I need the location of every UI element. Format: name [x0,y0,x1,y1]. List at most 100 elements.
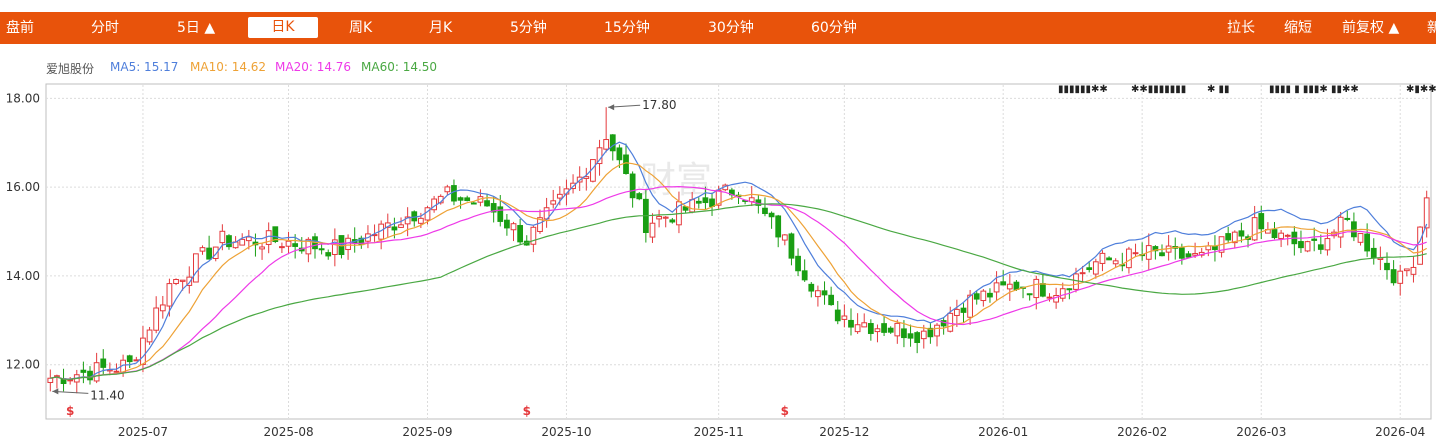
candle-body [841,315,848,320]
candle-body [907,333,914,339]
candle-body [1006,283,1013,290]
candle-body [497,206,504,222]
candle-body [947,312,954,332]
candle-body [1132,252,1139,255]
candle-body [126,355,133,363]
top-marker-group: ✱ ▮▮ [1207,84,1230,95]
candle-body [1040,283,1046,297]
x-tick-label: 2026-02 [1117,425,1167,439]
low-arrowhead [52,388,59,395]
x-tick-label: 2025-11 [694,425,744,439]
candle-body [1410,266,1417,275]
candle-body [1086,267,1093,270]
candle-body [457,197,464,201]
candle-body [464,197,471,202]
candle-body [1284,234,1291,237]
candle-body [1258,213,1265,230]
candle-body [662,216,669,219]
ma-line-ma60 [50,203,1427,380]
candle-body [848,319,854,328]
candle-body [1384,262,1390,271]
candle-body [417,217,424,224]
kline-chart[interactable]: 财富 12.0014.0016.0018.00 2025-07 2025-08 20… [0,0,1436,446]
candle-body [934,324,940,337]
candle-body [47,377,54,383]
candle-body [159,304,166,312]
candle-body [1126,248,1132,269]
candle-body [1417,226,1423,265]
candle-body [801,270,808,281]
candle-body [67,379,74,382]
high-label: 17.80 [642,98,676,112]
candle-body [987,292,993,298]
y-axis: 12.00 14.00 16.00 18.00 [6,91,40,371]
candle-body [166,283,173,307]
candle-body [550,200,557,205]
candle-body [1112,260,1119,265]
candle-body [1099,252,1106,264]
x-tick-label: 2026-01 [978,425,1028,439]
candle-body [867,323,874,334]
candle-body [920,330,927,340]
candle-body [1351,221,1357,238]
candle-body [504,219,510,229]
candle-body [1304,241,1311,252]
candle-body [953,308,960,316]
candle-body [788,233,795,259]
candle-body [1192,253,1198,256]
candle-body [616,147,623,161]
candle-body [146,329,153,343]
candle-body [1238,230,1245,237]
candle-body [960,307,967,313]
candle-body [100,358,107,368]
candle-body [1026,293,1033,296]
candle-body [1423,197,1430,229]
candle-body [219,230,226,244]
candle-body [226,235,232,248]
candle-body [140,337,146,365]
candle-body [695,200,702,204]
candle-body [1079,272,1086,275]
candle-body [854,324,861,333]
candle-body [1317,244,1324,250]
candle-body [153,307,160,331]
candle-body [1403,268,1410,272]
candle-body [828,294,835,306]
candle-body [709,198,715,207]
top-marker-group: ✱▮✱✱ [1406,84,1436,95]
candle-body [245,236,252,242]
y-tick-label: 14.00 [6,269,40,283]
high-arrowhead [608,104,615,111]
candle-body [894,322,901,337]
candle-body [556,193,563,199]
candle-body [279,246,285,249]
top-marker-group: ▮▮▮▮ ▮ ▮▮▮✱ ▮▮✱✱ [1269,84,1359,95]
candle-body [656,215,662,220]
candle-body [1092,261,1099,275]
candle-body [1344,217,1351,220]
candle-body [1251,217,1258,241]
candle-body [451,185,457,202]
y-tick-label: 18.00 [6,91,40,105]
annotations: 17.80 11.40 [52,98,677,402]
candle-body [1000,281,1007,286]
candle-body [318,248,325,251]
candle-body [391,226,398,231]
candle-body [1278,232,1284,239]
candle-body [821,290,828,296]
candle-body [206,247,213,260]
x-tick-label: 2026-04 [1375,425,1425,439]
candle-body [1370,247,1377,258]
candle-body [874,328,881,333]
x-tick-label: 2025-08 [263,425,313,439]
ma-line-ma5 [50,141,1428,380]
candle-body [808,283,815,292]
candle-body [887,327,894,333]
candle-body [470,202,477,205]
top-marker-group: ✱✱▮▮▮▮▮▮▮ [1131,84,1186,95]
candle-body [609,134,616,152]
candle-body [193,253,199,283]
candle-body [649,222,656,238]
ma-line-ma10 [50,162,1427,380]
candle-body [1271,229,1278,239]
